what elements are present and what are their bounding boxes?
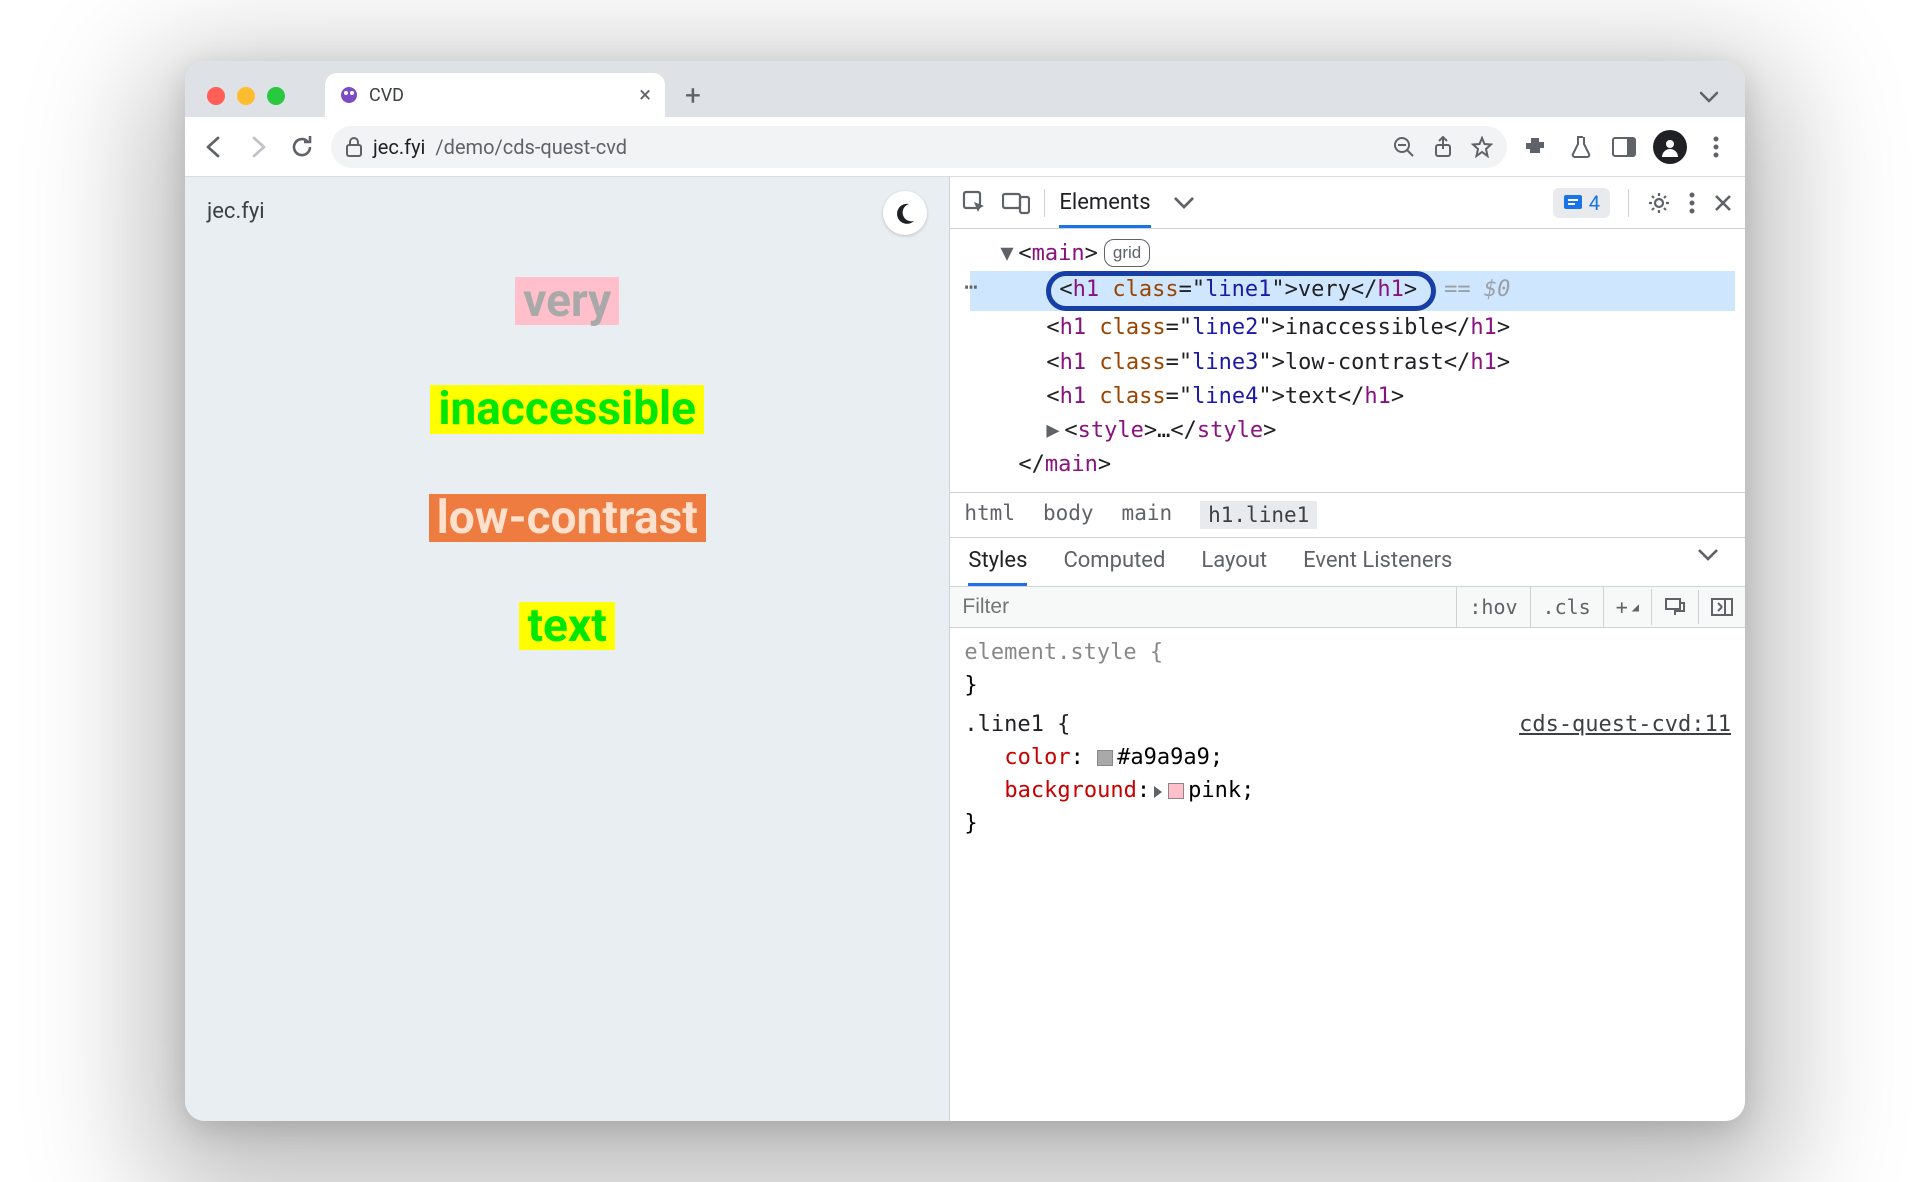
issues-count: 4 bbox=[1589, 191, 1600, 215]
demo-line-2: inaccessible bbox=[430, 385, 704, 433]
paint-icon[interactable] bbox=[1651, 589, 1698, 625]
cls-toggle[interactable]: .cls bbox=[1530, 587, 1603, 627]
rule-source-link[interactable]: cds-quest-cvd:11 bbox=[1519, 708, 1731, 741]
computed-sidebar-icon[interactable] bbox=[1698, 590, 1745, 624]
devtools-toolbar: Elements 4 bbox=[950, 177, 1745, 229]
chrome-menu-icon[interactable] bbox=[1701, 132, 1731, 162]
devtools-settings-icon[interactable] bbox=[1647, 191, 1671, 215]
inspect-element-icon[interactable] bbox=[962, 190, 988, 216]
styles-tab-styles[interactable]: Styles bbox=[968, 548, 1027, 586]
site-brand: jec.fyi bbox=[207, 199, 265, 224]
browser-toolbar: jec.fyi/demo/cds-quest-cvd bbox=[185, 117, 1745, 177]
devtools-tab-elements[interactable]: Elements bbox=[1059, 190, 1150, 228]
styles-tab-events[interactable]: Event Listeners bbox=[1303, 548, 1452, 586]
new-tab-button[interactable]: + bbox=[673, 77, 713, 117]
forward-button[interactable] bbox=[243, 132, 273, 162]
more-actions-icon[interactable]: ⋯ bbox=[964, 271, 979, 305]
new-rule-button[interactable]: +◢ bbox=[1603, 587, 1651, 627]
styles-filter-input[interactable] bbox=[950, 587, 1456, 627]
hov-toggle[interactable]: :hov bbox=[1456, 587, 1529, 627]
url-domain: jec.fyi bbox=[373, 135, 425, 159]
favicon-icon bbox=[339, 85, 359, 105]
window-controls bbox=[197, 87, 295, 117]
extensions-icon[interactable] bbox=[1521, 132, 1551, 162]
demo-line-3: low-contrast bbox=[429, 494, 706, 542]
crumb-selected[interactable]: h1.line1 bbox=[1200, 501, 1317, 529]
lock-icon bbox=[345, 137, 363, 157]
tab-strip: CVD × + bbox=[185, 61, 1745, 117]
tab-list-button[interactable] bbox=[1699, 87, 1733, 117]
expand-shorthand-icon[interactable] bbox=[1154, 786, 1162, 798]
demo-content: very inaccessible low-contrast text bbox=[429, 277, 706, 650]
styles-tab-layout[interactable]: Layout bbox=[1201, 548, 1267, 586]
rule-selector: .line1 { bbox=[964, 712, 1070, 737]
close-window-button[interactable] bbox=[207, 87, 225, 105]
side-panel-icon[interactable] bbox=[1609, 132, 1639, 162]
dom-node[interactable]: <h1 class="line3">low-contrast</h1> bbox=[970, 346, 1735, 380]
color-swatch-icon[interactable] bbox=[1097, 750, 1113, 766]
crumb-main[interactable]: main bbox=[1122, 501, 1173, 529]
close-tab-button[interactable]: × bbox=[639, 83, 651, 108]
dom-node[interactable]: <h1 class="line4">text</h1> bbox=[970, 380, 1735, 414]
device-toolbar-icon[interactable] bbox=[1002, 191, 1030, 215]
tab-title: CVD bbox=[369, 85, 404, 106]
browser-tab[interactable]: CVD × bbox=[325, 73, 665, 117]
devtools-menu-icon[interactable] bbox=[1689, 192, 1695, 214]
styles-rules[interactable]: element.style { } cds-quest-cvd:11 .line… bbox=[950, 628, 1745, 848]
dom-node-selected[interactable]: ⋯ <h1 class="line1">very</h1>== $0 bbox=[970, 271, 1735, 311]
back-button[interactable] bbox=[199, 132, 229, 162]
address-bar[interactable]: jec.fyi/demo/cds-quest-cvd bbox=[331, 126, 1507, 168]
devtools-close-icon[interactable] bbox=[1713, 193, 1733, 213]
dom-node[interactable]: </main> bbox=[970, 448, 1735, 482]
bookmark-star-icon[interactable] bbox=[1471, 136, 1493, 158]
labs-icon[interactable] bbox=[1565, 132, 1595, 162]
dom-breadcrumb[interactable]: html body main h1.line1 bbox=[950, 492, 1745, 538]
share-icon[interactable] bbox=[1433, 136, 1453, 158]
maximize-window-button[interactable] bbox=[267, 87, 285, 105]
styles-toolbar: :hov .cls +◢ bbox=[950, 587, 1745, 628]
devtools-tab-more-icon[interactable] bbox=[1173, 196, 1195, 210]
page-viewport: jec.fyi very inaccessible low-contrast t… bbox=[185, 177, 949, 1121]
dark-mode-toggle[interactable] bbox=[883, 191, 927, 235]
devtools-panel: Elements 4 ▼<main>grid bbox=[949, 177, 1745, 1121]
dom-tree[interactable]: ▼<main>grid ⋯ <h1 class="line1">very</h1… bbox=[950, 229, 1745, 492]
issues-badge[interactable]: 4 bbox=[1553, 188, 1610, 218]
url-path: /demo/cds-quest-cvd bbox=[435, 135, 627, 159]
demo-line-1: very bbox=[515, 277, 619, 325]
styles-tab-more-icon[interactable] bbox=[1697, 548, 1727, 586]
demo-line-4: text bbox=[519, 602, 614, 650]
crumb-body[interactable]: body bbox=[1043, 501, 1094, 529]
styles-tabstrip: Styles Computed Layout Event Listeners bbox=[950, 538, 1745, 587]
grid-badge[interactable]: grid bbox=[1104, 239, 1150, 267]
crumb-html[interactable]: html bbox=[964, 501, 1015, 529]
profile-avatar[interactable] bbox=[1653, 130, 1687, 164]
element-style-selector: element.style { bbox=[964, 640, 1163, 665]
color-swatch-icon[interactable] bbox=[1168, 783, 1184, 799]
dom-node[interactable]: <h1 class="line2">inaccessible</h1> bbox=[970, 311, 1735, 345]
dom-node[interactable]: ▶<style>…</style> bbox=[970, 414, 1735, 448]
reload-button[interactable] bbox=[287, 132, 317, 162]
zoom-out-icon[interactable] bbox=[1393, 136, 1415, 158]
styles-tab-computed[interactable]: Computed bbox=[1063, 548, 1165, 586]
minimize-window-button[interactable] bbox=[237, 87, 255, 105]
